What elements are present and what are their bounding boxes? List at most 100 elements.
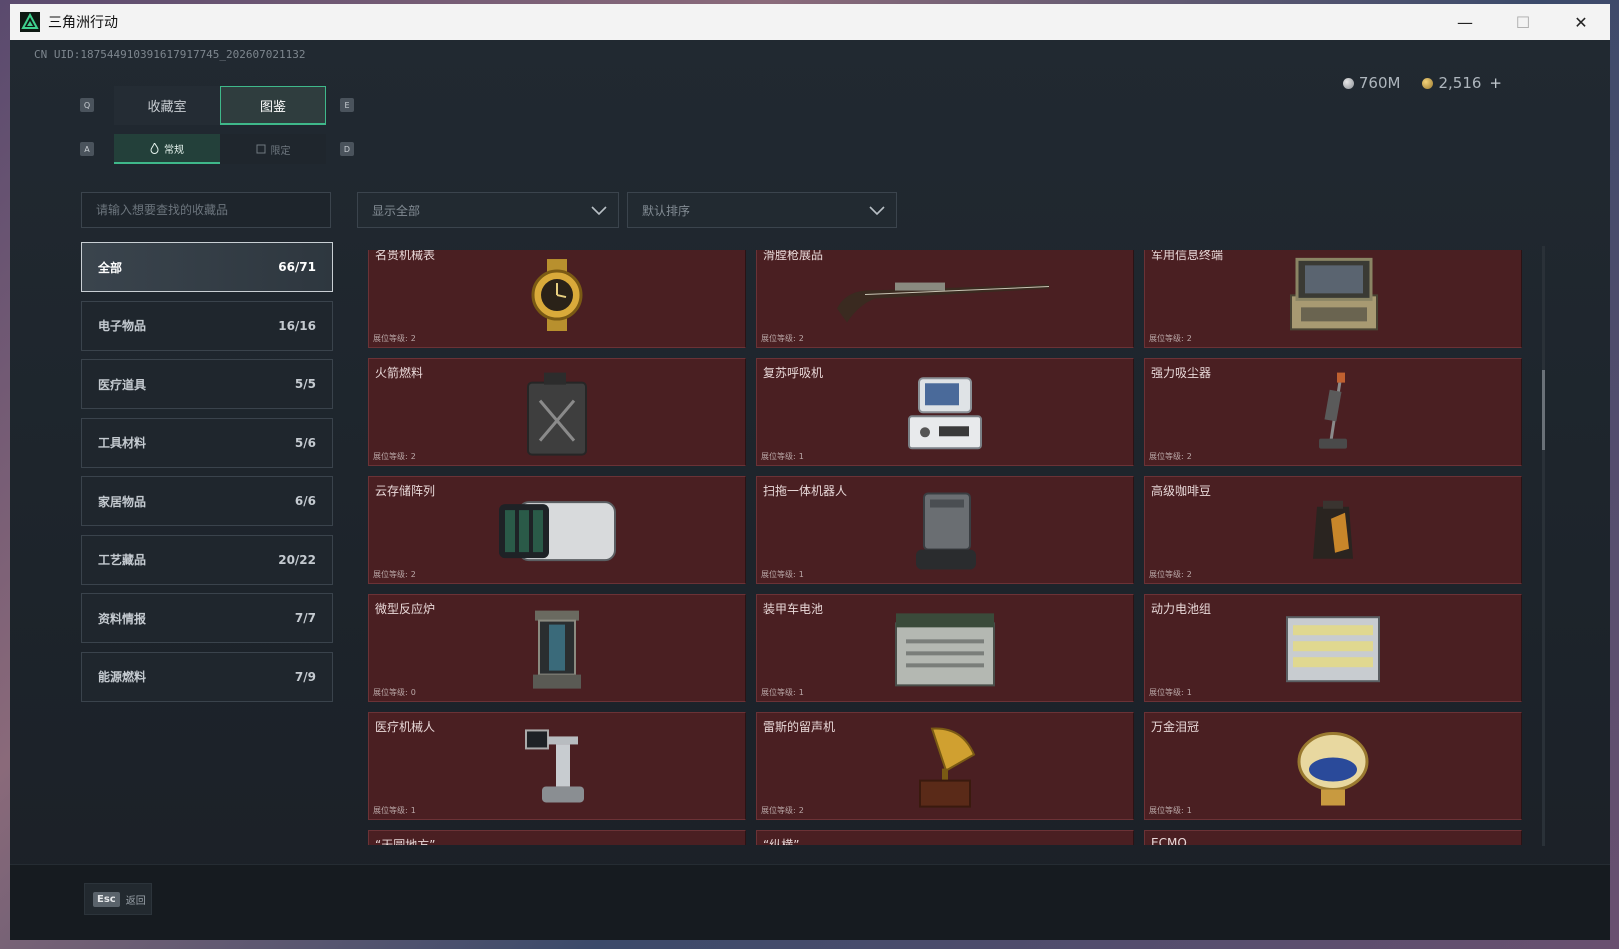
category-crafts[interactable]: 工艺藏品 20/22 — [81, 534, 333, 585]
battery-pack-icon — [1283, 611, 1383, 691]
item-name: 医疗机械人 — [375, 720, 436, 734]
minimize-icon: — — [1457, 12, 1473, 32]
subtab-regular-label: 常规 — [164, 144, 184, 156]
tab-left-key-hint: Q — [80, 98, 94, 112]
back-button[interactable]: Esc 返回 — [84, 883, 152, 915]
category-medical[interactable]: 医疗道具 5/5 — [81, 359, 333, 409]
collection-item-card[interactable]: 装甲车电池 展位等级: 1 — [756, 594, 1134, 702]
category-label: 能源燃料 — [98, 670, 147, 684]
category-household[interactable]: 家居物品 6/6 — [81, 476, 333, 526]
sub-tabs: 常规 限定 — [114, 134, 326, 164]
maximize-icon: ☐ — [1515, 12, 1531, 32]
level-value: 2 — [410, 452, 416, 461]
item-level: 展位等级: 2 — [761, 333, 804, 344]
item-level: 展位等级: 0 — [373, 687, 416, 698]
level-label: 展位等级: — [373, 806, 408, 815]
jeweled-egg-icon — [1293, 726, 1373, 814]
item-level: 展位等级: 2 — [373, 451, 416, 462]
level-value: 2 — [410, 334, 416, 343]
item-name: ECMO — [1151, 836, 1187, 845]
collection-item-card[interactable]: 火箭燃料 展位等级: 2 — [368, 358, 746, 466]
level-value: 1 — [798, 452, 804, 461]
item-grid-viewport[interactable]: 名贵机械表 展位等级: 2 滑膛枪展品 展位等级: 2 军用信息终端 展位等级: 2 火箭燃料 展位… — [368, 250, 1548, 845]
category-count: 7/7 — [294, 611, 316, 625]
collection-item-card[interactable]: 万金泪冠 展位等级: 1 — [1144, 712, 1522, 820]
collection-item-card[interactable]: 动力电池组 展位等级: 1 — [1144, 594, 1522, 702]
category-intel[interactable]: 资料情报 7/7 — [81, 593, 333, 643]
level-value: 2 — [1186, 334, 1192, 343]
collection-item-card[interactable]: 医疗机械人展位等级: 1 — [368, 712, 746, 820]
category-all[interactable]: 全部 66/71 — [81, 242, 333, 292]
item-name: 云存储阵列 — [375, 484, 436, 498]
collection-item-card[interactable]: 云存储阵列 展位等级: 2 — [368, 476, 746, 584]
gramophone-icon — [912, 725, 978, 815]
main-tabs: 收藏室 图鉴 — [114, 86, 326, 125]
item-name: 强力吸尘器 — [1151, 366, 1212, 380]
item-name: 军用信息终端 — [1151, 250, 1224, 262]
collection-screen: CN UID:187544910391617917745_20260702113… — [10, 40, 1610, 940]
item-name: 名贵机械表 — [375, 250, 436, 262]
category-count: 6/6 — [294, 494, 316, 508]
level-label: 展位等级: — [373, 570, 408, 579]
collection-item-card[interactable]: “纵横” — [756, 830, 1134, 845]
level-value: 2 — [798, 806, 804, 815]
category-label: 全部 — [98, 260, 123, 275]
item-level: 展位等级: 2 — [373, 333, 416, 344]
category-label: 资料情报 — [98, 611, 147, 626]
item-name: 复苏呼吸机 — [763, 366, 824, 380]
item-level: 展位等级: 1 — [1149, 805, 1192, 816]
minimize-button[interactable]: — — [1436, 4, 1494, 40]
storage-array-icon — [497, 494, 617, 572]
level-value: 1 — [1186, 688, 1192, 697]
tab-collection-room[interactable]: 收藏室 — [114, 86, 220, 125]
level-label: 展位等级: — [761, 688, 796, 697]
scrollbar-track[interactable] — [1542, 246, 1545, 846]
subtab-regular[interactable]: 常规 — [114, 134, 220, 164]
item-name: “纵横” — [763, 838, 800, 845]
user-uid: CN UID:187544910391617917745_20260702113… — [34, 48, 306, 61]
silver-coin-icon — [1342, 78, 1354, 89]
collection-item-card[interactable]: 扫拖一体机器人 展位等级: 1 — [756, 476, 1134, 584]
musket-icon — [835, 265, 1055, 329]
medical-robot-icon — [522, 726, 592, 812]
level-label: 展位等级: — [761, 334, 796, 343]
collection-item-card[interactable]: 雷斯的留声机 展位等级: 2 — [756, 712, 1134, 820]
level-label: 展位等级: — [1149, 688, 1184, 697]
scrollbar-thumb[interactable] — [1542, 370, 1545, 450]
filter-value: 显示全部 — [372, 203, 421, 218]
search-input[interactable] — [81, 192, 331, 228]
item-name: 微型反应炉 — [375, 602, 436, 616]
collection-item-card[interactable]: “天圆地方” — [368, 830, 746, 845]
vacuum-icon — [1313, 371, 1353, 461]
fuel-can-icon — [522, 371, 592, 461]
gold-amount: 2,516 — [1438, 74, 1482, 92]
item-name: “天圆地方” — [375, 838, 436, 845]
collection-item-card[interactable]: 军用信息终端 展位等级: 2 — [1144, 250, 1522, 348]
filter-dropdown[interactable]: 显示全部 — [357, 192, 619, 228]
title-bar[interactable]: 三角洲行动 — ☐ ✕ — [10, 4, 1610, 40]
subtab-right-key-hint: D — [340, 142, 354, 156]
level-value: 2 — [1186, 570, 1192, 579]
category-label: 工艺藏品 — [98, 553, 147, 567]
collection-item-card[interactable]: ECMO — [1144, 830, 1522, 845]
category-electronics[interactable]: 电子物品 16/16 — [81, 300, 333, 351]
tab-codex[interactable]: 图鉴 — [220, 86, 326, 125]
close-button[interactable]: ✕ — [1552, 4, 1610, 40]
collection-item-card[interactable]: 强力吸尘器 展位等级: 2 — [1144, 358, 1522, 466]
category-tools[interactable]: 工具材料 5/6 — [81, 417, 333, 468]
collection-item-card[interactable]: 高级咖啡豆 展位等级: 2 — [1144, 476, 1522, 584]
add-currency-button[interactable]: + — [1489, 74, 1502, 92]
subtab-left-key-hint: A — [80, 142, 94, 156]
maximize-button[interactable]: ☐ — [1494, 4, 1552, 40]
item-level: 展位等级: 1 — [373, 805, 416, 816]
category-list: 全部 66/71 电子物品 16/16 医疗道具 5/5 工具材料 5/6 家居物品 6/… — [81, 242, 333, 710]
item-level: 展位等级: 1 — [761, 451, 804, 462]
subtab-limited[interactable]: 限定 — [220, 134, 326, 164]
sort-dropdown[interactable]: 默认排序 — [627, 192, 897, 228]
collection-item-card[interactable]: 复苏呼吸机展位等级: 1 — [756, 358, 1134, 466]
collection-item-card[interactable]: 滑膛枪展品 展位等级: 2 — [756, 250, 1134, 348]
collection-item-card[interactable]: 名贵机械表展位等级: 2 — [368, 250, 746, 348]
collection-item-card[interactable]: 微型反应炉展位等级: 0 — [368, 594, 746, 702]
level-label: 展位等级: — [1149, 334, 1184, 343]
category-energy[interactable]: 能源燃料 7/9 — [81, 651, 333, 702]
